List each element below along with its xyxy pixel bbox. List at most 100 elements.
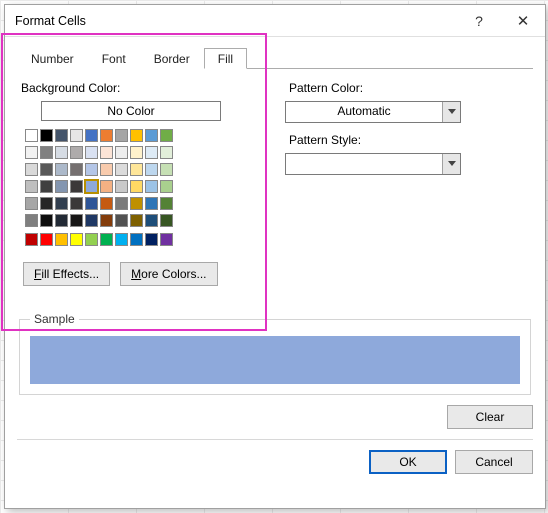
color-swatch[interactable] (25, 214, 38, 227)
tab-number[interactable]: Number (17, 48, 88, 69)
tab-fill[interactable]: Fill (204, 48, 247, 69)
color-swatch[interactable] (55, 180, 68, 193)
color-swatch[interactable] (85, 197, 98, 210)
color-swatch[interactable] (145, 129, 158, 142)
tab-font[interactable]: Font (88, 48, 140, 69)
no-color-button[interactable]: No Color (41, 101, 221, 121)
color-swatch[interactable] (100, 214, 113, 227)
color-swatch[interactable] (115, 163, 128, 176)
color-swatch[interactable] (85, 163, 98, 176)
color-swatch[interactable] (115, 129, 128, 142)
color-swatch[interactable] (55, 233, 68, 246)
color-swatch[interactable] (100, 180, 113, 193)
titlebar: Format Cells ? ✕ (5, 5, 545, 37)
color-swatch[interactable] (70, 233, 83, 246)
color-swatch[interactable] (70, 163, 83, 176)
color-swatch[interactable] (160, 197, 173, 210)
background-color-label: Background Color: (21, 81, 267, 95)
color-swatch[interactable] (70, 146, 83, 159)
tab-border[interactable]: Border (140, 48, 204, 69)
color-swatch[interactable] (145, 163, 158, 176)
color-swatch[interactable] (40, 163, 53, 176)
color-swatch[interactable] (55, 163, 68, 176)
color-swatch[interactable] (70, 197, 83, 210)
pattern-style-dropdown[interactable] (285, 153, 461, 175)
color-swatch[interactable] (100, 163, 113, 176)
color-swatch[interactable] (100, 146, 113, 159)
standard-color-row (25, 233, 267, 246)
color-swatch[interactable] (25, 233, 38, 246)
color-swatch[interactable] (130, 233, 143, 246)
window-title: Format Cells (5, 14, 457, 28)
color-swatch[interactable] (70, 180, 83, 193)
pattern-color-label: Pattern Color: (289, 81, 533, 95)
color-swatch[interactable] (115, 146, 128, 159)
color-swatch[interactable] (85, 180, 98, 193)
ok-button[interactable]: OK (369, 450, 447, 474)
pattern-style-label: Pattern Style: (289, 133, 533, 147)
chevron-down-icon (442, 154, 460, 174)
color-swatch[interactable] (115, 214, 128, 227)
color-swatch[interactable] (100, 233, 113, 246)
color-swatch[interactable] (115, 233, 128, 246)
color-swatch[interactable] (130, 163, 143, 176)
sample-legend: Sample (30, 312, 79, 326)
color-swatch[interactable] (55, 129, 68, 142)
color-swatch[interactable] (145, 233, 158, 246)
more-colors-button[interactable]: More Colors... (120, 262, 217, 286)
cancel-button[interactable]: Cancel (455, 450, 533, 474)
color-swatch[interactable] (130, 129, 143, 142)
chevron-down-icon (442, 102, 460, 122)
color-swatch[interactable] (40, 180, 53, 193)
color-swatch[interactable] (70, 129, 83, 142)
color-swatch[interactable] (55, 146, 68, 159)
color-swatch[interactable] (145, 197, 158, 210)
color-swatch[interactable] (160, 180, 173, 193)
color-swatch[interactable] (55, 197, 68, 210)
color-swatch[interactable] (100, 197, 113, 210)
color-swatch[interactable] (160, 129, 173, 142)
color-swatch[interactable] (145, 146, 158, 159)
color-swatch[interactable] (100, 129, 113, 142)
pattern-style-value (286, 154, 442, 174)
color-swatch[interactable] (130, 146, 143, 159)
color-swatch[interactable] (160, 163, 173, 176)
color-swatch[interactable] (40, 146, 53, 159)
color-swatch[interactable] (85, 214, 98, 227)
color-swatch[interactable] (25, 180, 38, 193)
color-swatch[interactable] (85, 129, 98, 142)
color-swatch[interactable] (40, 129, 53, 142)
color-swatch[interactable] (25, 163, 38, 176)
clear-button[interactable]: Clear (447, 405, 533, 429)
color-swatch[interactable] (130, 180, 143, 193)
fill-left-column: Background Color: No Color Fill Effects.… (17, 77, 267, 286)
fill-effects-button[interactable]: Fill Effects... (23, 262, 110, 286)
color-swatch[interactable] (40, 233, 53, 246)
color-swatch[interactable] (145, 180, 158, 193)
color-swatch[interactable] (70, 214, 83, 227)
color-swatch[interactable] (55, 214, 68, 227)
color-swatch[interactable] (115, 197, 128, 210)
color-swatch[interactable] (85, 233, 98, 246)
sample-preview (30, 336, 520, 384)
format-cells-dialog: Format Cells ? ✕ Number Font Border Fill… (4, 4, 546, 509)
color-swatch[interactable] (145, 214, 158, 227)
color-swatch[interactable] (25, 129, 38, 142)
theme-color-grid (25, 146, 267, 227)
separator (17, 439, 533, 440)
tab-strip: Number Font Border Fill (17, 47, 533, 69)
color-swatch[interactable] (160, 146, 173, 159)
pattern-color-dropdown[interactable]: Automatic (285, 101, 461, 123)
color-swatch[interactable] (130, 197, 143, 210)
color-swatch[interactable] (160, 214, 173, 227)
color-swatch[interactable] (160, 233, 173, 246)
color-swatch[interactable] (40, 214, 53, 227)
color-swatch[interactable] (85, 146, 98, 159)
color-swatch[interactable] (115, 180, 128, 193)
close-button[interactable]: ✕ (501, 5, 545, 37)
color-swatch[interactable] (40, 197, 53, 210)
color-swatch[interactable] (130, 214, 143, 227)
color-swatch[interactable] (25, 197, 38, 210)
color-swatch[interactable] (25, 146, 38, 159)
help-button[interactable]: ? (457, 5, 501, 37)
